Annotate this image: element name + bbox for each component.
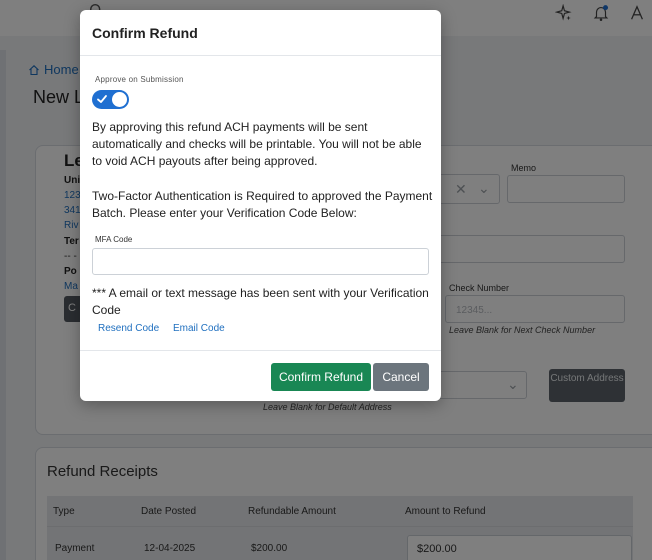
cancel-button[interactable]: Cancel bbox=[373, 363, 429, 391]
approve-on-submission-label: Approve on Submission bbox=[95, 75, 184, 84]
modal-title: Confirm Refund bbox=[92, 25, 198, 41]
toggle-knob bbox=[112, 92, 127, 107]
two-factor-notice: Two-Factor Authentication is Required to… bbox=[92, 189, 433, 220]
modal-header: Confirm Refund bbox=[80, 10, 441, 56]
confirm-refund-modal: Confirm Refund Approve on Submission By … bbox=[80, 10, 441, 401]
mfa-code-input[interactable] bbox=[92, 248, 429, 275]
resend-code-link[interactable]: Resend Code bbox=[98, 323, 159, 334]
verification-sent-notice: *** A email or text message has been sen… bbox=[92, 286, 429, 317]
email-code-link[interactable]: Email Code bbox=[173, 323, 225, 334]
mfa-code-label: MFA Code bbox=[95, 235, 133, 244]
checkmark-icon bbox=[97, 95, 107, 103]
modal-footer: Confirm Refund Cancel bbox=[80, 350, 441, 401]
ach-notice: By approving this refund ACH payments wi… bbox=[92, 120, 422, 168]
confirm-refund-button[interactable]: Confirm Refund bbox=[271, 363, 371, 391]
approve-on-submission-toggle[interactable] bbox=[92, 90, 129, 109]
